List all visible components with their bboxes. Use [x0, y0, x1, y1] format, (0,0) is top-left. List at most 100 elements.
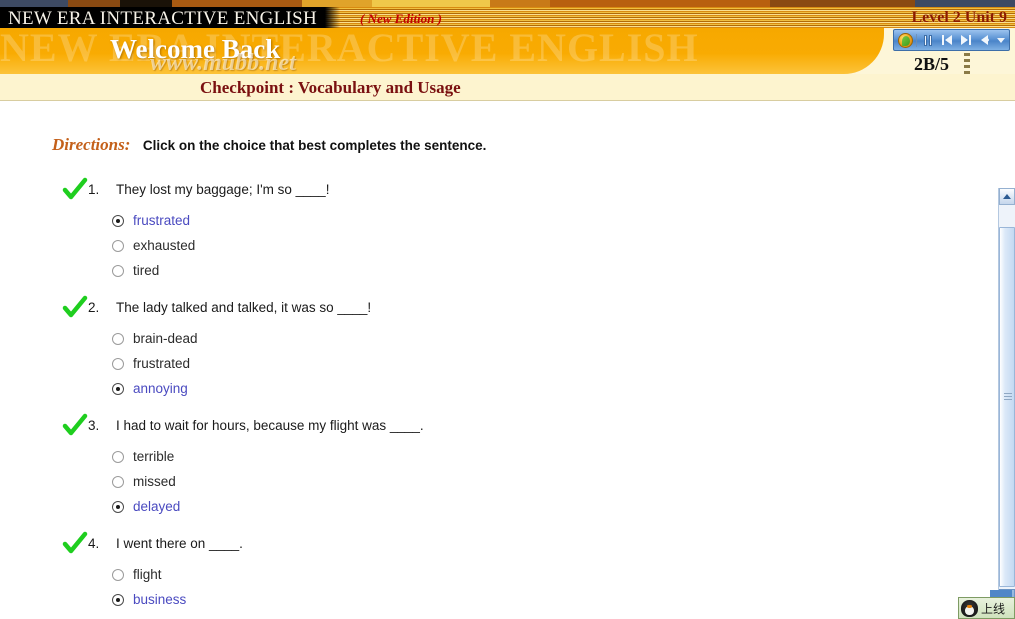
question-item: 2. The lady talked and talked, it was so … — [0, 295, 995, 401]
previous-button[interactable] — [938, 32, 955, 49]
option-label[interactable]: frustrated — [133, 213, 190, 228]
exercise-content: Directions: Click on the choice that bes… — [0, 101, 995, 619]
volume-dropdown-button[interactable] — [996, 32, 1006, 49]
option-row[interactable]: terrible — [0, 444, 995, 469]
checkpoint-title: Checkpoint : Vocabulary and Usage — [200, 78, 461, 97]
next-icon — [960, 35, 971, 45]
option-label[interactable]: annoying — [133, 381, 188, 396]
option-group: flight business trip — [0, 562, 995, 619]
media-player-toolbar[interactable] — [893, 29, 1010, 51]
option-row[interactable]: tired — [0, 258, 995, 283]
welcome-banner: NEW ERA INTERACTIVE ENGLISH Welcome Back… — [0, 28, 1015, 74]
question-list: 1. They lost my baggage; I'm so ____!frus… — [0, 177, 995, 619]
volume-button[interactable] — [976, 32, 993, 49]
radio-button-selected[interactable] — [112, 593, 124, 606]
correct-check-icon — [62, 295, 88, 321]
radio-button[interactable] — [112, 568, 124, 581]
option-label[interactable]: brain-dead — [133, 331, 198, 346]
radio-button-selected[interactable] — [112, 500, 124, 513]
chevron-down-icon — [996, 37, 1005, 43]
top-decorative-strip — [0, 0, 1015, 7]
question-number: 4. — [88, 536, 100, 551]
question-header: 2. The lady talked and talked, it was so … — [0, 295, 995, 323]
level-unit-label: Level 2 Unit 9 — [911, 9, 1007, 26]
strip-segment-9 — [915, 0, 1015, 7]
radio-button[interactable] — [112, 450, 124, 463]
scrollbar-track[interactable] — [999, 205, 1015, 619]
toolbar-separator — [916, 33, 918, 47]
option-label[interactable]: exhausted — [133, 238, 195, 253]
option-row[interactable]: business — [0, 587, 995, 612]
strip-segment-1 — [68, 0, 120, 7]
correct-check-icon — [62, 413, 88, 439]
edition-label: ( New Edition ) — [360, 11, 442, 26]
checkpoint-bar: Checkpoint : Vocabulary and Usage — [0, 74, 1015, 101]
option-row[interactable]: trip — [0, 612, 995, 619]
option-label[interactable]: terrible — [133, 449, 174, 464]
scroll-up-button[interactable] — [999, 188, 1015, 205]
option-row[interactable]: missed — [0, 469, 995, 494]
brand-title: NEW ERA INTERACTIVE ENGLISH — [8, 8, 318, 28]
question-item: 4. I went there on ____.flight business tri… — [0, 531, 995, 619]
next-button[interactable] — [957, 32, 974, 49]
strip-segment-6 — [490, 0, 550, 7]
option-label[interactable]: business — [133, 592, 186, 607]
option-row[interactable]: exhausted — [0, 233, 995, 258]
radio-button[interactable] — [112, 475, 124, 488]
chevron-up-icon — [1003, 194, 1011, 199]
directions-label: Directions: — [52, 135, 131, 154]
strip-segment-7 — [550, 0, 770, 7]
radio-button[interactable] — [112, 264, 124, 277]
option-label[interactable]: delayed — [133, 499, 180, 514]
radio-button[interactable] — [112, 357, 124, 370]
option-group: terrible missed delayed — [0, 444, 995, 519]
option-row[interactable]: annoying — [0, 376, 995, 401]
option-row[interactable]: frustrated — [0, 208, 995, 233]
page-number-label: 2B/5 — [914, 54, 950, 74]
question-text: The lady talked and talked, it was so __… — [116, 300, 372, 315]
pause-button[interactable] — [919, 32, 936, 49]
option-row[interactable]: brain-dead — [0, 326, 995, 351]
radio-button[interactable] — [112, 239, 124, 252]
strip-segment-0 — [0, 0, 68, 7]
option-row[interactable]: flight — [0, 562, 995, 587]
option-row[interactable]: delayed — [0, 494, 995, 519]
question-header: 3. I had to wait for hours, because my fl… — [0, 413, 995, 441]
option-group: frustrated exhausted tired — [0, 208, 995, 283]
question-text: I went there on ____. — [116, 536, 243, 551]
qq-notification-popup[interactable]: 上线 — [958, 597, 1015, 619]
directions: Directions: Click on the choice that bes… — [52, 135, 486, 155]
question-number: 2. — [88, 300, 100, 315]
site-watermark: www.mubb.net — [150, 50, 296, 74]
pause-icon — [923, 34, 932, 46]
radio-button-selected[interactable] — [112, 214, 124, 227]
title-bar: NEW ERA INTERACTIVE ENGLISH ( New Editio… — [0, 7, 1015, 28]
radio-button[interactable] — [112, 332, 124, 345]
courseware-window: NEW ERA INTERACTIVE ENGLISH ( New Editio… — [0, 0, 1015, 619]
option-group: brain-dead frustrated annoying — [0, 326, 995, 401]
radio-button-selected[interactable] — [112, 382, 124, 395]
scrollbar-grip — [1004, 393, 1012, 402]
qq-status-text: 上线 — [981, 601, 1006, 616]
question-number: 3. — [88, 418, 100, 433]
option-label[interactable]: tired — [133, 263, 159, 278]
option-label[interactable]: missed — [133, 474, 176, 489]
player-logo-button[interactable] — [897, 32, 914, 49]
globe-icon — [898, 32, 914, 48]
previous-icon — [941, 35, 952, 45]
option-label[interactable]: frustrated — [133, 356, 190, 371]
volume-icon — [981, 35, 990, 45]
vertical-scrollbar[interactable] — [998, 188, 1015, 619]
strip-segment-2 — [120, 0, 172, 7]
question-text: I had to wait for hours, because my flig… — [116, 418, 424, 433]
question-header: 1. They lost my baggage; I'm so ____! — [0, 177, 995, 205]
strip-segment-5 — [372, 0, 490, 7]
question-text: They lost my baggage; I'm so ____! — [116, 182, 330, 197]
scrollbar-thumb[interactable] — [999, 227, 1015, 587]
question-item: 1. They lost my baggage; I'm so ____!frus… — [0, 177, 995, 283]
question-item: 3. I had to wait for hours, because my fl… — [0, 413, 995, 519]
correct-check-icon — [62, 177, 88, 203]
option-row[interactable]: frustrated — [0, 351, 995, 376]
question-header: 4. I went there on ____. — [0, 531, 995, 559]
option-label[interactable]: flight — [133, 567, 162, 582]
